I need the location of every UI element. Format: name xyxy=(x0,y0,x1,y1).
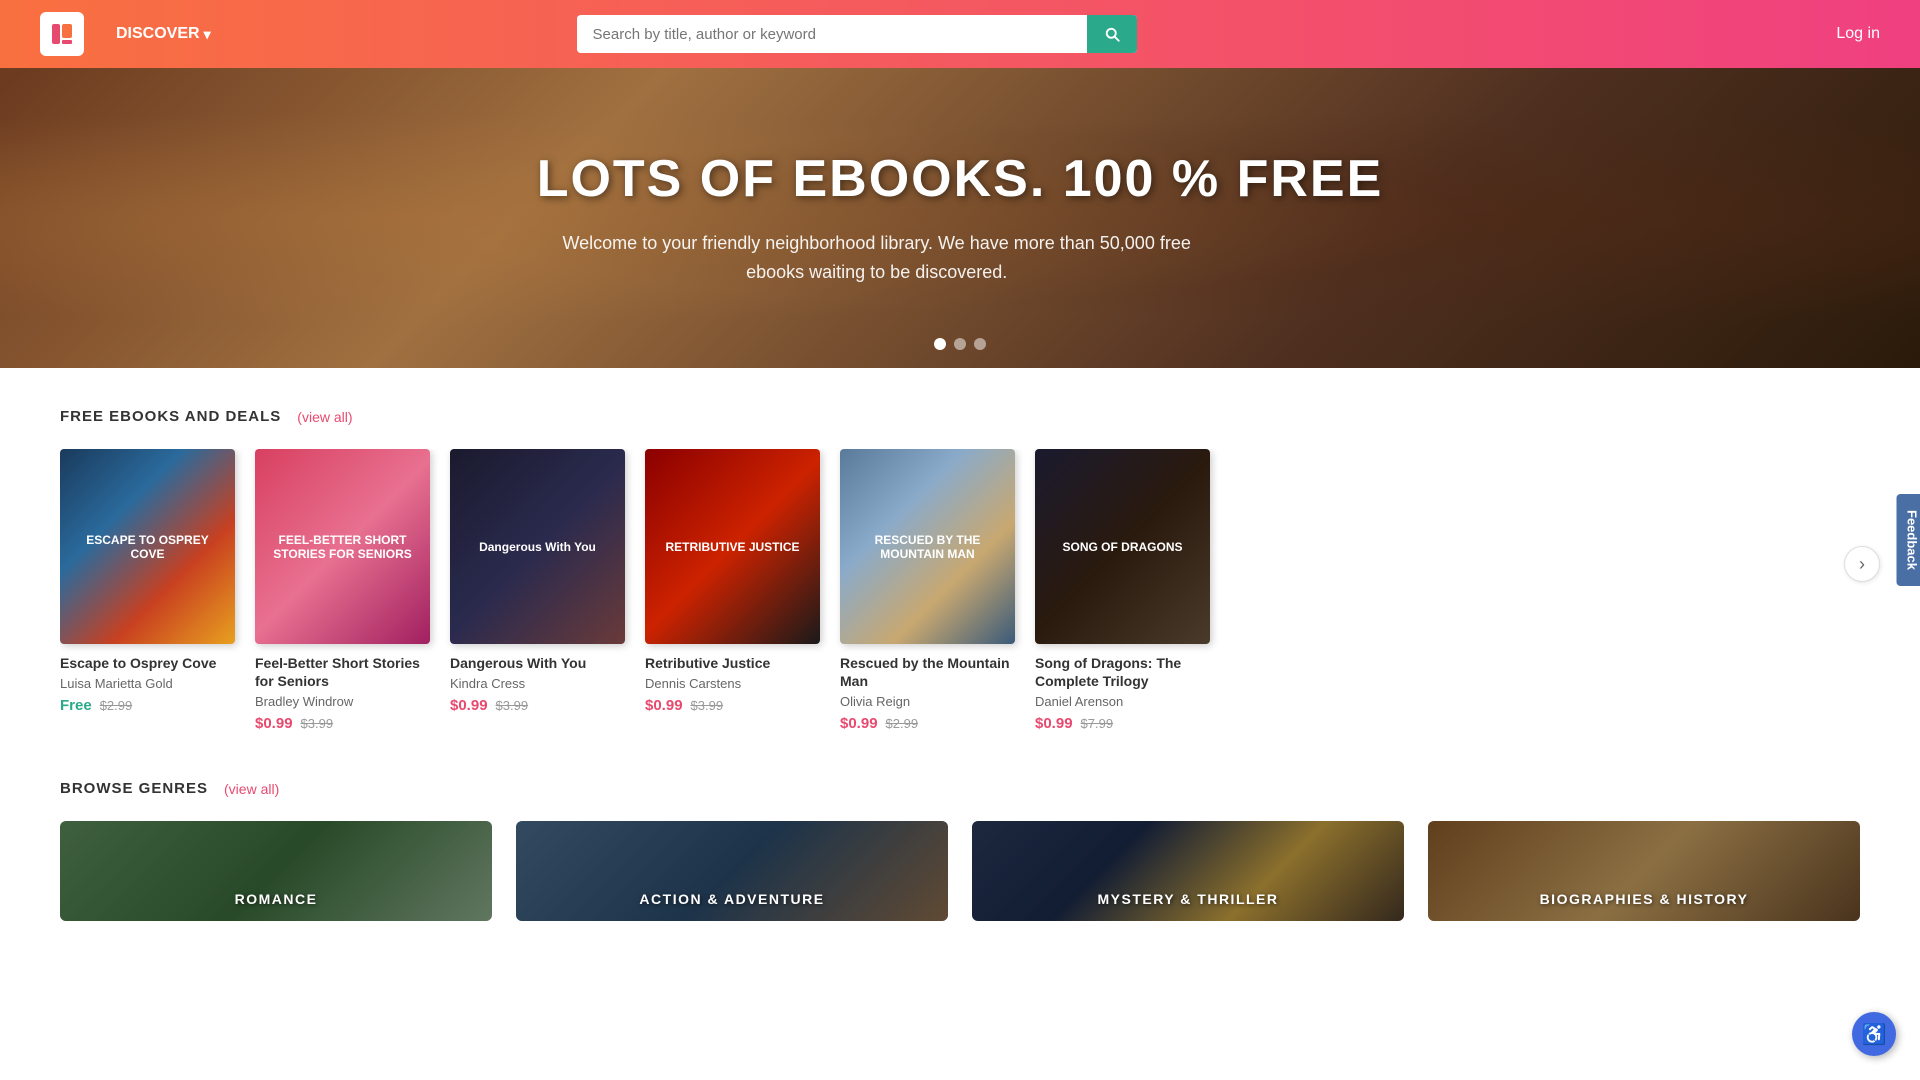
book-card-retributive[interactable]: RETRIBUTIVE JUSTICE Retributive Justice … xyxy=(645,449,820,732)
book-cover-dangerous: Dangerous With You xyxy=(450,449,625,644)
genres-header: BROWSE GENRES (view all) xyxy=(60,780,1860,797)
book-card-song[interactable]: SONG OF DRAGONS Song of Dragons: The Com… xyxy=(1035,449,1210,732)
genres-title: BROWSE GENRES xyxy=(60,780,208,797)
book-cover-image-rescued: RESCUED BY THE MOUNTAIN MAN xyxy=(840,449,1015,644)
book-card-dangerous[interactable]: Dangerous With You Dangerous With You Ki… xyxy=(450,449,625,732)
hero-content: LOTS OF EBOOKS. 100 % FREE Welcome to yo… xyxy=(537,149,1384,287)
book-title-retributive: Retributive Justice xyxy=(645,654,820,672)
free-ebooks-header: FREE EBOOKS AND DEALS (view all) xyxy=(60,408,1860,425)
book-price-row-dangerous: $0.99 $3.99 xyxy=(450,697,625,714)
book-cover-image-song: SONG OF DRAGONS xyxy=(1035,449,1210,644)
books-row: ESCAPE TO OSPREY COVE Escape to Osprey C… xyxy=(60,449,1860,732)
hero-subtitle: Welcome to your friendly neighborhood li… xyxy=(537,229,1217,287)
book-author-rescued: Olivia Reign xyxy=(840,694,1015,709)
book-price-sale-song: $0.99 xyxy=(1035,715,1073,732)
genres-view-all[interactable]: (view all) xyxy=(224,781,279,797)
feedback-tab[interactable]: Feedback xyxy=(1897,494,1920,586)
book-cover-image-feel: FEEL-BETTER SHORT STORIES FOR SENIORS xyxy=(255,449,430,644)
book-price-row-feel: $0.99 $3.99 xyxy=(255,715,430,732)
discover-button[interactable]: DISCOVER xyxy=(116,25,211,43)
genre-card-mystery[interactable]: MYSTERY & THRILLER xyxy=(972,821,1404,921)
book-price-sale-dangerous: $0.99 xyxy=(450,697,488,714)
book-price-sale-feel: $0.99 xyxy=(255,715,293,732)
book-price-sale-rescued: $0.99 xyxy=(840,715,878,732)
main-content: FREE EBOOKS AND DEALS (view all) ESCAPE … xyxy=(0,368,1920,961)
book-card-rescued[interactable]: RESCUED BY THE MOUNTAIN MAN Rescued by t… xyxy=(840,449,1015,732)
genre-label-romance: ROMANCE xyxy=(235,891,318,907)
search-input[interactable] xyxy=(577,16,1087,53)
search-button[interactable] xyxy=(1087,15,1137,53)
book-title-rescued: Rescued by the Mountain Man xyxy=(840,654,1015,690)
genre-card-biographies[interactable]: BIOGRAPHIES & HISTORY xyxy=(1428,821,1860,921)
book-title-escape: Escape to Osprey Cove xyxy=(60,654,235,672)
genre-card-romance[interactable]: ROMANCE xyxy=(60,821,492,921)
book-card-escape[interactable]: ESCAPE TO OSPREY COVE Escape to Osprey C… xyxy=(60,449,235,732)
book-price-original-dangerous: $3.99 xyxy=(496,698,529,713)
book-cover-image-retributive: RETRIBUTIVE JUSTICE xyxy=(645,449,820,644)
book-author-feel: Bradley Windrow xyxy=(255,694,430,709)
accessibility-button[interactable]: ♿ xyxy=(1852,1012,1896,1056)
hero-banner: LOTS OF EBOOKS. 100 % FREE Welcome to yo… xyxy=(0,68,1920,368)
book-price-row-escape: Free $2.99 xyxy=(60,697,235,714)
book-price-sale-escape: Free xyxy=(60,697,92,714)
book-card-feel[interactable]: FEEL-BETTER SHORT STORIES FOR SENIORS Fe… xyxy=(255,449,430,732)
hero-title: LOTS OF EBOOKS. 100 % FREE xyxy=(537,149,1384,209)
hero-dot-1[interactable] xyxy=(934,338,946,350)
carousel-next-button[interactable]: › xyxy=(1844,546,1880,582)
books-carousel: ESCAPE TO OSPREY COVE Escape to Osprey C… xyxy=(60,449,1860,732)
book-cover-feel: FEEL-BETTER SHORT STORIES FOR SENIORS xyxy=(255,449,430,644)
logo-icon xyxy=(40,12,84,56)
book-title-song: Song of Dragons: The Complete Trilogy xyxy=(1035,654,1210,690)
book-cover-image-dangerous: Dangerous With You xyxy=(450,449,625,644)
book-title-dangerous: Dangerous With You xyxy=(450,654,625,672)
book-cover-rescued: RESCUED BY THE MOUNTAIN MAN xyxy=(840,449,1015,644)
book-price-original-song: $7.99 xyxy=(1081,716,1114,731)
login-button[interactable]: Log in xyxy=(1836,25,1880,43)
hero-dots xyxy=(934,338,986,350)
book-price-original-feel: $3.99 xyxy=(301,716,334,731)
book-cover-song: SONG OF DRAGONS xyxy=(1035,449,1210,644)
book-price-original-escape: $2.99 xyxy=(100,698,133,713)
search-bar xyxy=(577,15,1137,53)
genre-label-mystery: MYSTERY & THRILLER xyxy=(1097,891,1278,907)
hero-dot-2[interactable] xyxy=(954,338,966,350)
search-icon xyxy=(1103,25,1121,43)
free-ebooks-title: FREE EBOOKS AND DEALS xyxy=(60,408,281,425)
book-price-original-retributive: $3.99 xyxy=(691,698,724,713)
book-author-retributive: Dennis Carstens xyxy=(645,676,820,691)
header: DISCOVER Log in xyxy=(0,0,1920,68)
logo[interactable] xyxy=(40,12,84,56)
genre-bg-romance: ROMANCE xyxy=(60,821,492,921)
genre-card-action[interactable]: ACTION & ADVENTURE xyxy=(516,821,948,921)
genre-bg-action: ACTION & ADVENTURE xyxy=(516,821,948,921)
book-price-row-retributive: $0.99 $3.99 xyxy=(645,697,820,714)
book-price-row-song: $0.99 $7.99 xyxy=(1035,715,1210,732)
genres-row: ROMANCE ACTION & ADVENTURE MYSTERY & THR… xyxy=(60,821,1860,921)
book-title-feel: Feel-Better Short Stories for Seniors xyxy=(255,654,430,690)
book-cover-escape: ESCAPE TO OSPREY COVE xyxy=(60,449,235,644)
genre-label-action: ACTION & ADVENTURE xyxy=(639,891,824,907)
hero-dot-3[interactable] xyxy=(974,338,986,350)
book-cover-image-escape: ESCAPE TO OSPREY COVE xyxy=(60,449,235,644)
free-ebooks-view-all[interactable]: (view all) xyxy=(297,409,352,425)
accessibility-icon: ♿ xyxy=(1862,1022,1887,1047)
book-price-original-rescued: $2.99 xyxy=(886,716,919,731)
genre-bg-mystery: MYSTERY & THRILLER xyxy=(972,821,1404,921)
genre-label-biographies: BIOGRAPHIES & HISTORY xyxy=(1540,891,1749,907)
book-cover-retributive: RETRIBUTIVE JUSTICE xyxy=(645,449,820,644)
book-author-song: Daniel Arenson xyxy=(1035,694,1210,709)
genre-bg-biographies: BIOGRAPHIES & HISTORY xyxy=(1428,821,1860,921)
book-author-dangerous: Kindra Cress xyxy=(450,676,625,691)
book-price-sale-retributive: $0.99 xyxy=(645,697,683,714)
book-price-row-rescued: $0.99 $2.99 xyxy=(840,715,1015,732)
book-author-escape: Luisa Marietta Gold xyxy=(60,676,235,691)
